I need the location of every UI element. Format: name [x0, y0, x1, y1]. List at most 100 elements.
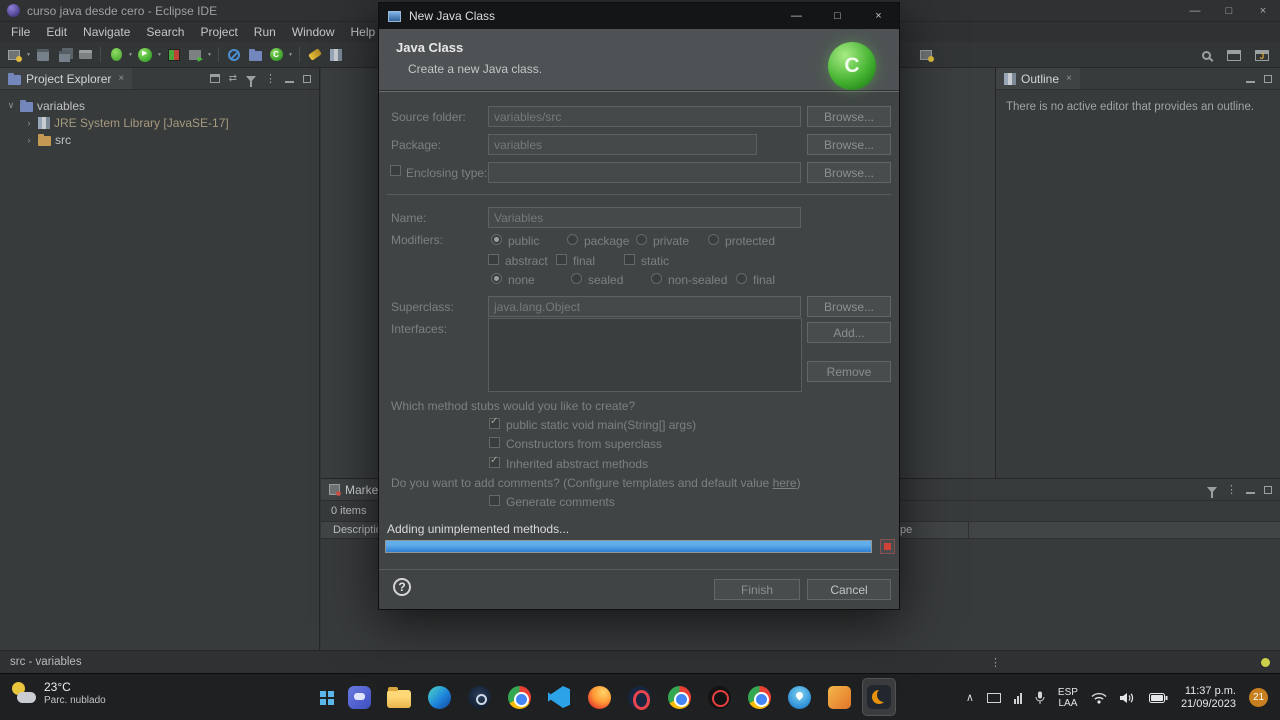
search-flashlight-icon[interactable] — [305, 45, 325, 65]
generate-comments-label[interactable]: Generate comments — [506, 495, 615, 509]
maps-app-button[interactable] — [782, 678, 816, 716]
tree-item-jre-library[interactable]: › JRE System Library [JavaSE-17] — [0, 114, 319, 131]
notification-badge[interactable]: 21 — [1249, 688, 1268, 707]
modifier-package-radio[interactable] — [567, 234, 578, 245]
chrome-profile-button[interactable] — [662, 678, 696, 716]
modifier-private-label[interactable]: private — [653, 234, 689, 248]
chevron-down-icon[interactable]: ∨ — [6, 100, 16, 111]
interfaces-remove-button[interactable]: Remove — [807, 361, 891, 382]
source-folder-input[interactable]: variables/src — [488, 106, 801, 127]
close-button[interactable]: × — [1246, 0, 1280, 21]
dialog-minimize-button[interactable]: — — [776, 3, 817, 29]
sealing-final-label[interactable]: final — [753, 273, 775, 287]
steam-button[interactable] — [462, 678, 496, 716]
tab-outline[interactable]: Outline × — [996, 68, 1080, 89]
status-overflow-icon[interactable]: ⋮ — [990, 656, 1001, 669]
photos-app-button[interactable] — [822, 678, 856, 716]
chevron-right-icon[interactable]: › — [24, 135, 34, 145]
tab-markers[interactable]: Marke — [321, 479, 387, 500]
firefox-button[interactable] — [582, 678, 616, 716]
modifier-final-checkbox[interactable]: ✓ — [556, 254, 567, 265]
stub-constructors-checkbox[interactable]: ✓ — [489, 437, 500, 448]
sealing-non-sealed-radio[interactable] — [651, 273, 662, 284]
enclosing-type-input[interactable] — [488, 162, 801, 183]
interfaces-list[interactable] — [488, 318, 802, 392]
modifier-private-radio[interactable] — [636, 234, 647, 245]
comments-here-link[interactable]: here — [773, 476, 797, 490]
link-with-editor-icon[interactable]: ⇄ — [229, 73, 237, 84]
file-explorer-button[interactable] — [382, 678, 416, 716]
chevron-right-icon[interactable]: › — [24, 118, 34, 128]
start-button[interactable] — [302, 678, 336, 716]
package-browse-button[interactable]: Browse... — [807, 134, 891, 155]
modifier-abstract-checkbox[interactable]: ✓ — [488, 254, 499, 265]
vscode-button[interactable] — [542, 678, 576, 716]
menu-navigate[interactable]: Navigate — [75, 25, 138, 39]
maximize-panel-icon[interactable] — [1264, 485, 1272, 494]
save-all-icon[interactable] — [54, 45, 74, 65]
menu-file[interactable]: File — [3, 25, 38, 39]
generate-comments-checkbox[interactable]: ✓ — [489, 495, 500, 506]
enclosing-type-checkbox[interactable]: ✓ — [390, 165, 401, 176]
save-icon[interactable] — [33, 45, 53, 65]
stub-constructors-label[interactable]: Constructors from superclass — [506, 437, 662, 451]
status-notification-icon[interactable] — [1261, 657, 1270, 667]
volume-icon[interactable] — [1119, 692, 1136, 704]
eclipse-taskbar-button[interactable] — [862, 678, 896, 716]
stub-inherited-label[interactable]: Inherited abstract methods — [506, 457, 648, 471]
modifier-final-label[interactable]: final — [573, 254, 595, 268]
menu-search[interactable]: Search — [138, 25, 192, 39]
enclosing-type-browse-button[interactable]: Browse... — [807, 162, 891, 183]
view-menu-icon[interactable]: ⋮ — [1226, 483, 1237, 496]
column-divider[interactable] — [968, 522, 969, 538]
minimize-panel-icon[interactable] — [285, 80, 294, 83]
run-icon[interactable] — [135, 45, 155, 65]
filter-icon[interactable] — [1207, 486, 1217, 498]
dialog-maximize-button[interactable]: □ — [817, 3, 858, 29]
opera-button[interactable] — [622, 678, 656, 716]
sealing-sealed-radio[interactable] — [571, 273, 582, 284]
menu-window[interactable]: Window — [284, 25, 343, 39]
help-button[interactable]: ? — [393, 578, 411, 596]
chrome-button[interactable] — [502, 678, 536, 716]
outline-close-icon[interactable]: × — [1066, 73, 1072, 84]
sealing-non-sealed-label[interactable]: non-sealed — [668, 273, 727, 287]
tree-item-src[interactable]: › src — [0, 131, 319, 148]
stub-main-checkbox[interactable]: ✓ — [489, 416, 500, 429]
modifier-public-radio[interactable] — [491, 234, 502, 245]
print-icon[interactable] — [75, 45, 95, 65]
cancel-button[interactable]: Cancel — [807, 579, 891, 600]
filter-icon[interactable] — [246, 75, 256, 87]
new-class-dropdown-icon[interactable]: ▼ — [287, 52, 294, 58]
sealing-sealed-label[interactable]: sealed — [588, 273, 623, 287]
menu-project[interactable]: Project — [192, 25, 245, 39]
new-wizard-icon[interactable] — [4, 45, 24, 65]
external-tools-dropdown-icon[interactable]: ▼ — [206, 52, 213, 58]
new-wizard-dropdown-icon[interactable]: ▼ — [25, 52, 32, 58]
tree-item-variables[interactable]: ∨ variables — [0, 97, 319, 114]
modifier-abstract-label[interactable]: abstract — [505, 254, 548, 268]
run-dropdown-icon[interactable]: ▼ — [156, 52, 163, 58]
column-type[interactable]: pe — [900, 524, 912, 536]
external-tools-icon[interactable] — [185, 45, 205, 65]
coverage-icon[interactable] — [164, 45, 184, 65]
menu-run[interactable]: Run — [246, 25, 284, 39]
maximize-panel-icon[interactable] — [1264, 74, 1272, 83]
maximize-panel-icon[interactable] — [303, 74, 311, 83]
music-app-button[interactable] — [702, 678, 736, 716]
chat-app-button[interactable] — [342, 678, 376, 716]
sealing-none-radio[interactable] — [491, 273, 502, 284]
modifier-package-label[interactable]: package — [584, 234, 629, 248]
modifier-protected-label[interactable]: protected — [725, 234, 775, 248]
chrome-profile2-button[interactable] — [742, 678, 776, 716]
menu-edit[interactable]: Edit — [38, 25, 75, 39]
modifier-static-checkbox[interactable]: ✓ — [624, 254, 635, 265]
minimize-button[interactable]: — — [1178, 0, 1212, 21]
modifier-static-label[interactable]: static — [641, 254, 669, 268]
project-explorer-close-icon[interactable]: × — [118, 73, 124, 84]
display-tray-icon[interactable] — [986, 692, 1001, 703]
mic-tray-icon[interactable] — [1035, 691, 1045, 705]
wifi-icon[interactable] — [1091, 692, 1107, 704]
tab-project-explorer[interactable]: Project Explorer × — [0, 68, 133, 89]
debug-icon[interactable] — [106, 45, 126, 65]
